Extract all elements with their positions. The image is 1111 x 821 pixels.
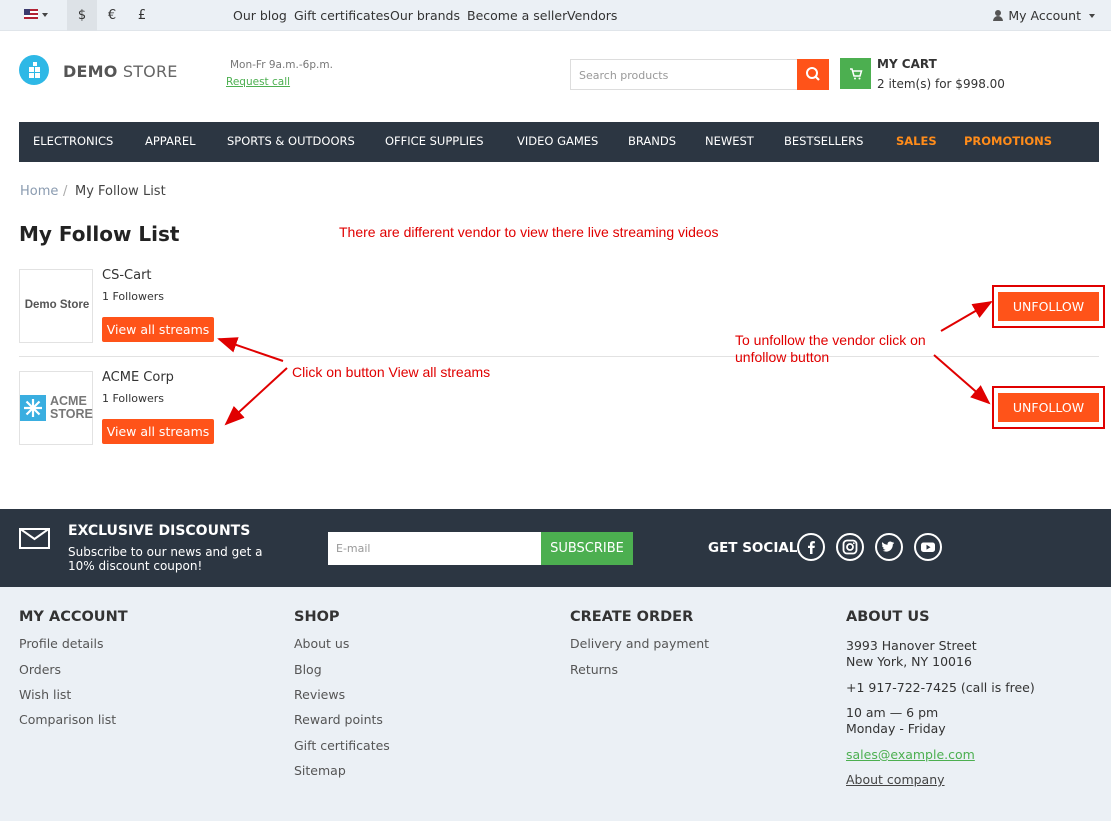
- footer-address-line-2: New York, NY 10016: [846, 654, 972, 669]
- footer-email-link[interactable]: sales@example.com: [846, 747, 975, 762]
- footer-link[interactable]: Orders: [19, 662, 61, 677]
- footer-link[interactable]: Blog: [294, 662, 322, 677]
- footer-shop-title: SHOP: [294, 609, 340, 625]
- get-social-title: GET SOCIAL: [708, 540, 798, 556]
- footer: MY ACCOUNT Profile details Orders Wish l…: [0, 587, 1111, 821]
- subscribe-band: EXCLUSIVE DISCOUNTS Subscribe to our new…: [0, 509, 1111, 587]
- email-input[interactable]: E-mail: [328, 532, 542, 565]
- footer-hours-2: Monday - Friday: [846, 721, 946, 736]
- subscribe-button[interactable]: SUBSCRIBE: [541, 532, 633, 565]
- arrow-to-unfollow-2: [933, 354, 991, 405]
- instagram-icon[interactable]: [836, 533, 864, 561]
- footer-link[interactable]: Returns: [570, 662, 618, 677]
- footer-create-order-title: CREATE ORDER: [570, 609, 694, 625]
- footer-my-account-title: MY ACCOUNT: [19, 609, 128, 625]
- footer-link[interactable]: Profile details: [19, 636, 104, 651]
- footer-link[interactable]: Reviews: [294, 687, 345, 702]
- footer-about-company-link[interactable]: About company: [846, 772, 945, 787]
- facebook-icon[interactable]: [797, 533, 825, 561]
- arrow-to-unfollow-1: [940, 300, 993, 332]
- arrow-to-streams-1: [217, 337, 284, 362]
- footer-link[interactable]: Gift certificates: [294, 738, 390, 753]
- arrow-to-streams-2: [224, 367, 288, 426]
- footer-hours-1: 10 am — 6 pm: [846, 705, 939, 720]
- footer-phone: +1 917-722-7425 (call is free): [846, 680, 1035, 695]
- footer-link[interactable]: About us: [294, 636, 349, 651]
- envelope-icon: [19, 528, 50, 549]
- footer-link[interactable]: Delivery and payment: [570, 636, 709, 651]
- footer-address-line-1: 3993 Hanover Street: [846, 638, 977, 653]
- youtube-icon[interactable]: [914, 533, 942, 561]
- footer-link[interactable]: Wish list: [19, 687, 71, 702]
- footer-about-title: ABOUT US: [846, 609, 930, 625]
- subscribe-text: Subscribe to our news and get a 10% disc…: [68, 545, 263, 573]
- twitter-icon[interactable]: [875, 533, 903, 561]
- footer-link[interactable]: Reward points: [294, 712, 383, 727]
- footer-link[interactable]: Sitemap: [294, 763, 346, 778]
- subscribe-title: EXCLUSIVE DISCOUNTS: [68, 523, 251, 539]
- footer-link[interactable]: Comparison list: [19, 712, 116, 727]
